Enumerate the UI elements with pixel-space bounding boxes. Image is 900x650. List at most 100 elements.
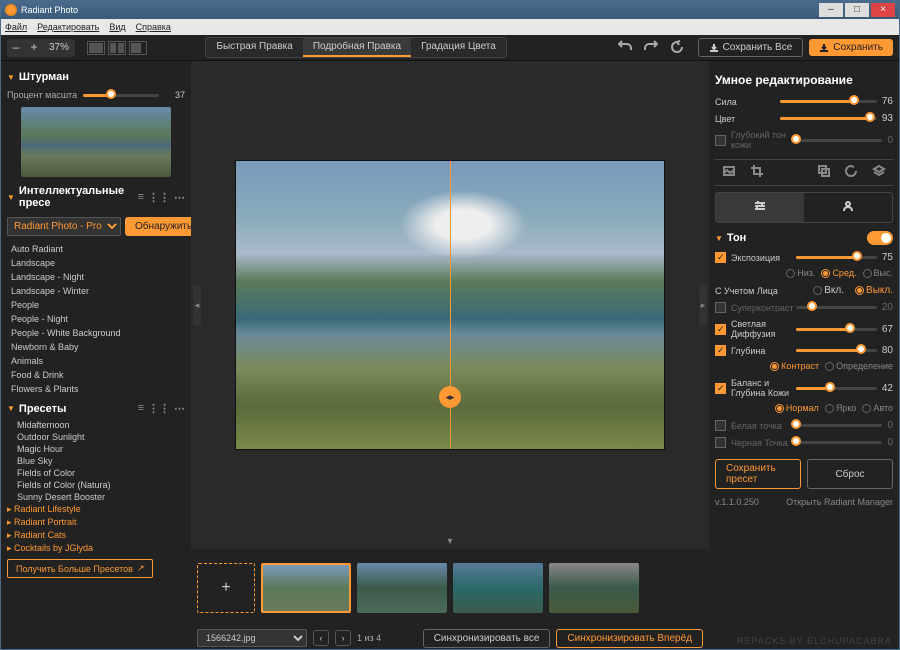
menu-help[interactable]: Справка — [136, 22, 171, 32]
split-handle[interactable]: ◂▸ — [439, 386, 461, 408]
grid-icon[interactable]: ⋮⋮ — [148, 191, 170, 204]
diffusion-slider[interactable] — [796, 328, 877, 331]
get-more-presets-button[interactable]: Получить Больше Пресетов ↗ — [7, 559, 153, 578]
zoom-in-button[interactable]: + — [25, 39, 43, 57]
filmstrip-thumb[interactable] — [261, 563, 351, 613]
skin-balance-checkbox[interactable] — [715, 383, 726, 394]
rotate-tab[interactable] — [838, 160, 866, 185]
tab-color-grade[interactable]: Градация Цвета — [411, 38, 506, 57]
navigator-header[interactable]: ▼ Штурман — [7, 67, 185, 87]
skin-tone-checkbox[interactable] — [715, 135, 726, 146]
zoom-scale-slider[interactable] — [83, 94, 159, 97]
image-tab[interactable] — [715, 160, 743, 185]
smart-preset-item[interactable]: People - Night — [7, 312, 185, 326]
depth-checkbox[interactable] — [715, 345, 726, 356]
exposure-high-radio[interactable]: Выс. — [863, 268, 893, 278]
reset-button[interactable] — [670, 40, 686, 56]
black-point-checkbox[interactable] — [715, 437, 726, 448]
depth-slider[interactable] — [796, 349, 877, 352]
open-manager-link[interactable]: Открыть Radiant Manager — [786, 497, 893, 507]
tone-toggle[interactable] — [867, 231, 893, 245]
window-close-button[interactable]: × — [871, 3, 895, 17]
depth-contrast-radio[interactable]: Контраст — [770, 361, 819, 371]
tab-quick-edit[interactable]: Быстрая Правка — [206, 38, 302, 57]
grid-icon[interactable]: ⋮⋮ — [148, 402, 170, 415]
menu-file[interactable]: Файл — [5, 22, 27, 32]
preset-item[interactable]: Sunny Desert Booster — [17, 491, 185, 503]
smart-preset-item[interactable]: Food & Drink — [7, 368, 185, 382]
sliders-tab[interactable] — [716, 193, 804, 222]
filmstrip-thumb[interactable] — [357, 563, 447, 613]
view-single-button[interactable] — [87, 41, 105, 55]
window-maximize-button[interactable]: □ — [845, 3, 869, 17]
layers-tab[interactable] — [865, 160, 893, 185]
preset-category[interactable]: ▸ Cocktails by JGlyda — [7, 542, 185, 555]
next-image-button[interactable]: › — [335, 630, 351, 646]
menu-edit[interactable]: Редактировать — [37, 22, 99, 32]
preset-item[interactable]: Magic Hour — [17, 443, 185, 455]
supercontrast-checkbox[interactable] — [715, 302, 726, 313]
copy-tab[interactable] — [810, 160, 838, 185]
smart-preset-item[interactable]: Newborn & Baby — [7, 340, 185, 354]
preset-profile-select[interactable]: Radiant Photo - Pro — [7, 217, 121, 236]
reset-preset-button[interactable]: Сброс — [807, 459, 893, 489]
file-select[interactable]: 1566242.jpg — [197, 629, 307, 647]
save-button[interactable]: Сохранить — [809, 39, 893, 56]
strength-slider[interactable] — [780, 100, 877, 103]
color-slider[interactable] — [780, 117, 877, 120]
white-point-checkbox[interactable] — [715, 420, 726, 431]
face-on-radio[interactable]: Вкл. — [813, 285, 844, 296]
smart-preset-item[interactable]: People - White Background — [7, 326, 185, 340]
face-off-radio[interactable]: Выкл. — [855, 285, 893, 296]
zoom-value[interactable]: 37% — [43, 42, 75, 53]
list-icon[interactable]: ≡ — [138, 191, 144, 204]
more-icon[interactable]: ⋯ — [174, 191, 185, 204]
exposure-checkbox[interactable] — [715, 252, 726, 263]
smart-preset-item[interactable]: Flowers & Plants — [7, 382, 185, 396]
depth-definition-radio[interactable]: Определение — [825, 361, 893, 371]
preset-category[interactable]: ▸ Radiant Cats — [7, 529, 185, 542]
smart-preset-item[interactable]: Landscape - Night — [7, 270, 185, 284]
add-image-button[interactable]: + — [197, 563, 255, 613]
presets-header[interactable]: ▼ Пресеты ≡ ⋮⋮ ⋯ — [7, 398, 185, 419]
skin-balance-slider[interactable] — [796, 387, 877, 390]
filmstrip-thumb[interactable] — [549, 563, 639, 613]
skin-bright-radio[interactable]: Ярко — [825, 403, 857, 413]
tone-header[interactable]: ▼ Тон — [715, 227, 893, 249]
sync-all-button[interactable]: Синхронизировать все — [423, 629, 551, 648]
filmstrip-thumb[interactable] — [453, 563, 543, 613]
skin-auto-radio[interactable]: Авто — [862, 403, 893, 413]
more-icon[interactable]: ⋯ — [174, 402, 185, 415]
smart-preset-item[interactable]: Auto Radiant — [7, 242, 185, 256]
preset-item[interactable]: Fields of Color (Natura) — [17, 479, 185, 491]
skin-normal-radio[interactable]: Нормал — [775, 403, 819, 413]
portrait-tab[interactable] — [804, 193, 892, 222]
exposure-low-radio[interactable]: Низ. — [786, 268, 815, 278]
smart-preset-item[interactable]: People — [7, 298, 185, 312]
sync-forward-button[interactable]: Синхронизировать Вперёд — [556, 629, 703, 648]
collapse-filmstrip-icon[interactable]: ▾ — [447, 536, 452, 547]
supercontrast-slider[interactable] — [796, 306, 877, 309]
tab-detail-edit[interactable]: Подробная Правка — [303, 38, 411, 57]
smart-presets-header[interactable]: ▼ Интеллектуальные пресе ≡ ⋮⋮ ⋯ — [7, 181, 185, 213]
undo-button[interactable] — [618, 40, 634, 56]
save-all-button[interactable]: Сохранить Все — [698, 38, 804, 57]
zoom-out-button[interactable]: – — [7, 39, 25, 57]
smart-preset-item[interactable]: Landscape — [7, 256, 185, 270]
diffusion-checkbox[interactable] — [715, 324, 726, 335]
preset-item[interactable]: Midafternoon — [17, 419, 185, 431]
navigator-thumbnail[interactable] — [21, 107, 171, 177]
collapse-left-icon[interactable]: ◂ — [193, 285, 201, 325]
skin-tone-slider[interactable] — [796, 139, 882, 142]
redo-button[interactable] — [644, 40, 660, 56]
window-minimize-button[interactable]: – — [819, 3, 843, 17]
preset-item[interactable]: Blue Sky — [17, 455, 185, 467]
crop-tab[interactable] — [743, 160, 771, 185]
preset-category[interactable]: ▸ Radiant Lifestyle — [7, 503, 185, 516]
view-compare-button[interactable] — [129, 41, 147, 55]
smart-preset-item[interactable]: Landscape - Winter — [7, 284, 185, 298]
prev-image-button[interactable]: ‹ — [313, 630, 329, 646]
smart-preset-item[interactable]: Animals — [7, 354, 185, 368]
collapse-right-icon[interactable]: ▸ — [699, 285, 707, 325]
exposure-slider[interactable] — [796, 256, 877, 259]
